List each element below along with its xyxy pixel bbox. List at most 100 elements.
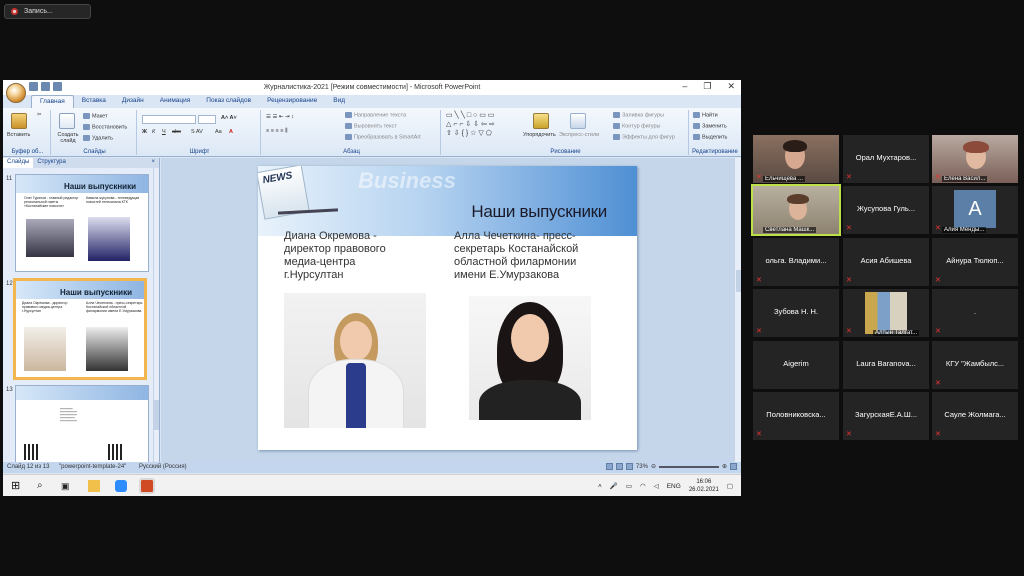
office-button[interactable] xyxy=(6,83,26,103)
strikethrough-icon[interactable]: abc xyxy=(172,129,181,135)
align-icon[interactable]: ≡ ≡ ≡ ≡ ⫼ xyxy=(266,128,287,135)
participant-tile[interactable]: ✕ Алтын Талгат... xyxy=(843,289,929,337)
cut-icon[interactable]: ✂ xyxy=(37,112,42,118)
participant-tile[interactable]: Половниковска... ✕ xyxy=(753,392,839,440)
tab-outline[interactable]: Структура xyxy=(33,158,69,168)
zoom-out-icon[interactable]: ⊖ xyxy=(651,463,656,470)
slide-scrollbar[interactable] xyxy=(734,158,741,462)
font-size-field[interactable] xyxy=(198,115,216,124)
participant-tile[interactable]: КГУ "Жамбылс... ✕ xyxy=(932,341,1018,389)
powerpoint-app-icon[interactable] xyxy=(139,478,155,494)
participant-tile[interactable]: Aigerim xyxy=(753,341,839,389)
underline-icon[interactable]: Ч xyxy=(162,129,166,135)
shape-fill-button[interactable]: Заливка фигуры xyxy=(613,112,664,118)
participant-tile-active-speaker[interactable]: Светлана Машк... xyxy=(751,184,841,236)
network-icon[interactable]: ◠ xyxy=(640,482,646,490)
smartart-button[interactable]: Преобразовать в SmartArt xyxy=(345,134,421,140)
text-direction-button[interactable]: Направление текста xyxy=(345,112,406,118)
participant-tile[interactable]: Сауле Жолмага... ✕ xyxy=(932,392,1018,440)
shape-effects-button[interactable]: Эффекты для фигур xyxy=(613,134,675,140)
font-name-field[interactable] xyxy=(142,115,196,124)
save-icon[interactable] xyxy=(29,82,38,91)
minimize-button[interactable]: – xyxy=(682,81,687,92)
close-button[interactable]: ✕ xyxy=(727,81,735,92)
participant-tile[interactable]: Айнура Тюлюп... ✕ xyxy=(932,238,1018,286)
tab-animation[interactable]: Анимация xyxy=(152,95,199,108)
language-indicator[interactable]: Русский (Россия) xyxy=(139,464,187,470)
zoom-slider[interactable] xyxy=(658,465,719,468)
participant-tile[interactable]: ольга. Владими... ✕ xyxy=(753,238,839,286)
scroll-thumb[interactable] xyxy=(154,400,159,430)
participant-tile[interactable]: ЗагурскаяЕ.А.Ш... ✕ xyxy=(843,392,929,440)
bold-icon[interactable]: Ж xyxy=(142,129,147,135)
replace-button[interactable]: Заменить xyxy=(693,123,727,129)
participant-tile[interactable]: ✕ Елена Васил... xyxy=(932,135,1018,183)
font-color-icon[interactable]: A xyxy=(229,129,233,135)
find-button[interactable]: Найти xyxy=(693,112,718,118)
reset-button[interactable]: Восстановить xyxy=(83,124,127,130)
scroll-thumb[interactable] xyxy=(736,270,741,292)
case-icon[interactable]: Aa xyxy=(215,129,222,135)
normal-view-icon[interactable] xyxy=(605,463,613,470)
font-grow-icon[interactable]: A˄ A˅ xyxy=(221,115,237,121)
new-slide-button[interactable]: Создать слайд xyxy=(54,132,82,144)
layout-button[interactable]: Макет xyxy=(83,113,108,119)
file-explorer-icon[interactable] xyxy=(88,480,100,492)
shape-outline-button[interactable]: Контур фигуры xyxy=(613,123,660,129)
search-icon[interactable]: ⌕ xyxy=(37,480,49,492)
input-language[interactable]: ENG xyxy=(667,483,681,490)
clock[interactable]: 16:06 26.02.2021 xyxy=(689,478,719,494)
arrange-button[interactable]: Упорядочить xyxy=(523,132,556,138)
tab-design[interactable]: Дизайн xyxy=(114,95,152,108)
participant-tile[interactable]: Асия Абишева ✕ xyxy=(843,238,929,286)
zoom-level[interactable]: 73% xyxy=(636,464,648,470)
zoom-app-icon[interactable] xyxy=(115,480,127,492)
tab-slideshow[interactable]: Показ слайдов xyxy=(198,95,259,108)
slide-thumbnail[interactable]: ━━━━━━ ━━━━━━━━ ━━━━━━━━ ━━━━━━━ ━━━━━━━━ xyxy=(15,385,149,462)
spacing-icon[interactable]: S AV xyxy=(191,129,203,135)
redo-icon[interactable] xyxy=(53,82,62,91)
close-panel-icon[interactable]: × xyxy=(147,158,159,168)
select-button[interactable]: Выделить xyxy=(693,134,727,140)
sorter-view-icon[interactable] xyxy=(615,463,623,470)
volume-icon[interactable]: ◁ xyxy=(654,482,659,490)
delete-slide-button[interactable]: Удалить xyxy=(83,135,113,141)
microphone-icon[interactable]: 🎤 xyxy=(610,482,618,490)
notification-icon[interactable]: ▢ xyxy=(727,482,733,490)
participant-tile[interactable]: Жусупова Гуль... ✕ xyxy=(843,186,929,234)
new-slide-icon[interactable] xyxy=(59,113,75,129)
fit-slide-icon[interactable] xyxy=(730,463,737,470)
participant-tile[interactable]: A ✕ Алия Менды... xyxy=(932,186,1018,234)
quick-styles-icon[interactable] xyxy=(570,113,586,129)
zoom-in-icon[interactable]: ⊕ xyxy=(722,463,727,470)
participant-tile[interactable]: Орал Мухтаров... ✕ xyxy=(843,135,929,183)
paste-button[interactable]: Вставить xyxy=(7,132,30,138)
panel-scrollbar[interactable] xyxy=(153,168,159,462)
undo-icon[interactable] xyxy=(41,82,50,91)
tab-slides[interactable]: Слайды xyxy=(3,158,34,168)
quick-styles-button[interactable]: Экспресс-стили xyxy=(559,132,599,138)
recording-indicator[interactable]: Запись... xyxy=(4,4,91,19)
shapes-gallery[interactable]: ▭ ╲ ╲ □ ○ ▭ ▭ △ ⌐ ⌐ ⇩ ⇩ ⇦ ⇨ ⇧ ⇩ { } ☆ ▽ … xyxy=(446,111,495,138)
arrange-icon[interactable] xyxy=(533,113,549,129)
battery-icon[interactable]: ▭ xyxy=(626,482,632,490)
tab-review[interactable]: Рецензирование xyxy=(259,95,325,108)
maximize-button[interactable]: ❐ xyxy=(703,81,711,92)
participant-tile[interactable]: . ✕ xyxy=(932,289,1018,337)
participant-tile[interactable]: Зубова Н. Н. ✕ xyxy=(753,289,839,337)
align-text-button[interactable]: Выровнять текст xyxy=(345,123,397,129)
chevron-up-icon[interactable]: ˄ xyxy=(598,483,602,490)
paste-icon[interactable] xyxy=(11,113,27,129)
current-slide[interactable]: Business NEWS Наши выпускники Диана Окре… xyxy=(258,166,637,450)
tab-view[interactable]: Вид xyxy=(325,95,353,108)
slide-thumbnail-selected[interactable]: Наши выпускники Диана Окремова - директо… xyxy=(13,278,147,380)
participant-tile[interactable]: Laura Baranova... xyxy=(843,341,929,389)
slide-thumbnail[interactable]: Наши выпускники Олег Гуринов - главный р… xyxy=(15,174,149,272)
participant-tile[interactable]: ✕ Ельчищева ... xyxy=(753,135,839,183)
tab-home[interactable]: Главная xyxy=(31,95,74,108)
tab-insert[interactable]: Вставка xyxy=(74,95,114,108)
bullets-icon[interactable]: ☰ ☰ ⇤ ⇥ ↕ xyxy=(266,114,294,120)
task-view-icon[interactable]: ▣ xyxy=(61,480,73,492)
windows-start-icon[interactable]: ⊞ xyxy=(11,480,23,492)
slideshow-view-icon[interactable] xyxy=(625,463,633,470)
